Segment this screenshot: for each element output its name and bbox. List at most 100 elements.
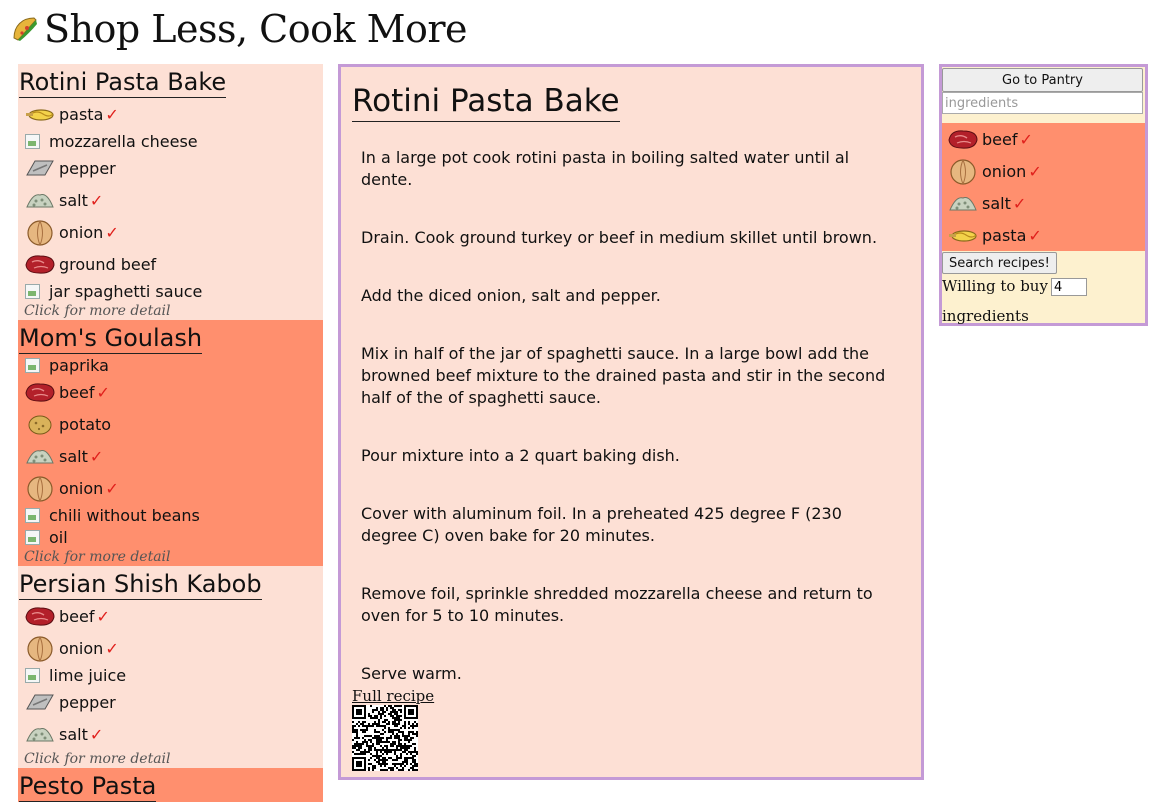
pasta-icon bbox=[24, 98, 56, 130]
in-pantry-check-icon: ✓ bbox=[105, 104, 119, 124]
broken-image-icon bbox=[25, 529, 40, 545]
ingredient-name: potato bbox=[59, 414, 112, 434]
pantry-ingredient-list: beef ✓ onion ✓ salt ✓ pasta ✓ bbox=[942, 123, 1145, 251]
broken-image-icon bbox=[25, 283, 40, 299]
recipe-step: Add the diced onion, salt and pepper. bbox=[361, 286, 661, 305]
ingredient-name: onion bbox=[59, 638, 104, 658]
pantry-ingredient: onion ✓ bbox=[942, 155, 1145, 187]
broken-image-icon bbox=[25, 507, 40, 523]
recipe-card-title[interactable]: Rotini Pasta Bake bbox=[19, 67, 227, 98]
salt-icon bbox=[947, 187, 979, 219]
recipe-ingredient: mozzarella cheese bbox=[18, 130, 323, 152]
recipe-ingredient: onion ✓ bbox=[18, 632, 323, 664]
recipe-card[interactable]: Pesto Pasta bbox=[18, 768, 323, 802]
ingredient-name: paprika bbox=[49, 355, 109, 375]
recipe-ingredient: oil bbox=[18, 526, 323, 548]
taco-icon bbox=[10, 14, 40, 44]
recipe-ingredient: pepper bbox=[18, 152, 323, 184]
onion-icon bbox=[24, 472, 56, 504]
ingredient-name: onion bbox=[59, 478, 104, 498]
more-detail-link[interactable]: Click for more detail bbox=[18, 548, 323, 566]
ingredient-name: oil bbox=[49, 527, 68, 547]
beef-icon bbox=[24, 600, 56, 632]
recipe-ingredient: jar spaghetti sauce bbox=[18, 280, 323, 302]
qr-code-icon bbox=[352, 705, 418, 771]
beef-icon bbox=[947, 123, 979, 155]
broken-image-icon bbox=[25, 133, 40, 149]
willing-to-buy-label: Willing to buy bbox=[942, 277, 1048, 295]
ingredient-name: beef bbox=[59, 606, 95, 626]
pantry-ingredient: salt ✓ bbox=[942, 187, 1145, 219]
ingredient-name: onion bbox=[982, 161, 1027, 181]
in-pantry-check-icon: ✓ bbox=[105, 478, 119, 498]
willing-to-buy-input[interactable] bbox=[1050, 278, 1087, 296]
broken-image-icon bbox=[25, 667, 40, 683]
ingredient-name: pasta bbox=[982, 225, 1027, 245]
in-pantry-check-icon: ✓ bbox=[1028, 161, 1042, 181]
ingredient-name: mozzarella cheese bbox=[49, 131, 198, 151]
recipe-step: Drain. Cook ground turkey or beef in med… bbox=[361, 228, 878, 247]
recipe-card-title[interactable]: Persian Shish Kabob bbox=[19, 569, 262, 600]
potato-icon bbox=[24, 408, 56, 440]
ingredient-name: beef bbox=[982, 129, 1018, 149]
pantry-ingredient: pasta ✓ bbox=[942, 219, 1145, 251]
more-detail-link[interactable]: Click for more detail bbox=[18, 302, 323, 320]
search-recipes-button[interactable]: Search recipes! bbox=[942, 252, 1057, 274]
in-pantry-check-icon: ✓ bbox=[89, 724, 104, 744]
recipe-ingredient: onion ✓ bbox=[18, 216, 323, 248]
willing-to-buy-row: Willing to buy bbox=[942, 276, 1087, 296]
ingredient-name: lime juice bbox=[49, 665, 127, 685]
pantry-panel: Go to Pantry beef✓onion✓salt✓pasta✓ Sear… bbox=[939, 64, 1148, 326]
ingredient-search-input[interactable] bbox=[942, 92, 1143, 114]
pasta-icon bbox=[947, 219, 979, 251]
pepper-icon bbox=[24, 152, 56, 184]
go-to-pantry-button[interactable]: Go to Pantry bbox=[942, 68, 1143, 92]
salt-icon bbox=[24, 440, 56, 472]
in-pantry-check-icon: ✓ bbox=[1019, 129, 1033, 149]
ingredients-label: ingredients bbox=[942, 307, 1029, 325]
recipe-detail-panel: Rotini Pasta Bake In a large pot cook ro… bbox=[338, 64, 924, 780]
recipe-step: Pour mixture into a 2 quart baking dish. bbox=[361, 446, 680, 465]
recipe-ingredient: potato bbox=[18, 408, 323, 440]
recipe-ingredient: onion ✓ bbox=[18, 472, 323, 504]
in-pantry-check-icon: ✓ bbox=[105, 638, 119, 658]
recipe-step: Mix in half of the jar of spaghetti sauc… bbox=[361, 344, 886, 407]
in-pantry-check-icon: ✓ bbox=[96, 382, 110, 402]
full-recipe-link[interactable]: Full recipe bbox=[352, 687, 434, 705]
ingredient-name: ground beef bbox=[59, 254, 157, 274]
recipe-card-title[interactable]: Pesto Pasta bbox=[19, 771, 157, 802]
recipe-steps: In a large pot cook rotini pasta in boil… bbox=[361, 147, 891, 721]
recipe-card[interactable]: Mom's Goulash paprika beef ✓ potato salt ✓ onio… bbox=[18, 320, 323, 566]
ingredient-name: onion bbox=[59, 222, 104, 242]
ingredient-name: salt bbox=[59, 446, 88, 466]
ingredient-name: jar spaghetti sauce bbox=[49, 281, 203, 301]
ingredient-name: pepper bbox=[59, 692, 116, 712]
recipe-ingredient: paprika bbox=[18, 354, 323, 376]
recipe-ingredient: pepper bbox=[18, 686, 323, 718]
broken-image-icon bbox=[25, 357, 40, 373]
recipe-ingredient: pasta ✓ bbox=[18, 98, 323, 130]
ingredient-name: pasta bbox=[59, 104, 104, 124]
ingredient-name: pepper bbox=[59, 158, 116, 178]
in-pantry-check-icon: ✓ bbox=[1012, 193, 1027, 213]
more-detail-link[interactable]: Click for more detail bbox=[18, 750, 323, 768]
onion-icon bbox=[24, 632, 56, 664]
in-pantry-check-icon: ✓ bbox=[89, 446, 104, 466]
salt-icon bbox=[24, 718, 56, 750]
app-title: Shop Less, Cook More bbox=[44, 7, 468, 51]
pantry-ingredient: beef ✓ bbox=[942, 123, 1145, 155]
beef-icon bbox=[24, 248, 56, 280]
recipe-card-title[interactable]: Mom's Goulash bbox=[19, 323, 203, 354]
recipe-detail-title: Rotini Pasta Bake bbox=[352, 81, 620, 122]
recipe-card[interactable]: Rotini Pasta Bake pasta ✓ mozzarella cheese… bbox=[18, 64, 323, 320]
recipe-step: In a large pot cook rotini pasta in boil… bbox=[361, 148, 850, 189]
recipe-list[interactable]: Rotini Pasta Bake pasta ✓ mozzarella cheese… bbox=[18, 64, 323, 812]
recipe-card[interactable]: Persian Shish Kabob beef ✓ onion ✓ lime juice… bbox=[18, 566, 323, 768]
recipe-ingredient: chili without beans bbox=[18, 504, 323, 526]
onion-icon bbox=[24, 216, 56, 248]
in-pantry-check-icon: ✓ bbox=[89, 190, 104, 210]
beef-icon bbox=[24, 376, 56, 408]
in-pantry-check-icon: ✓ bbox=[96, 606, 110, 626]
recipe-ingredient: beef ✓ bbox=[18, 376, 323, 408]
onion-icon bbox=[947, 155, 979, 187]
